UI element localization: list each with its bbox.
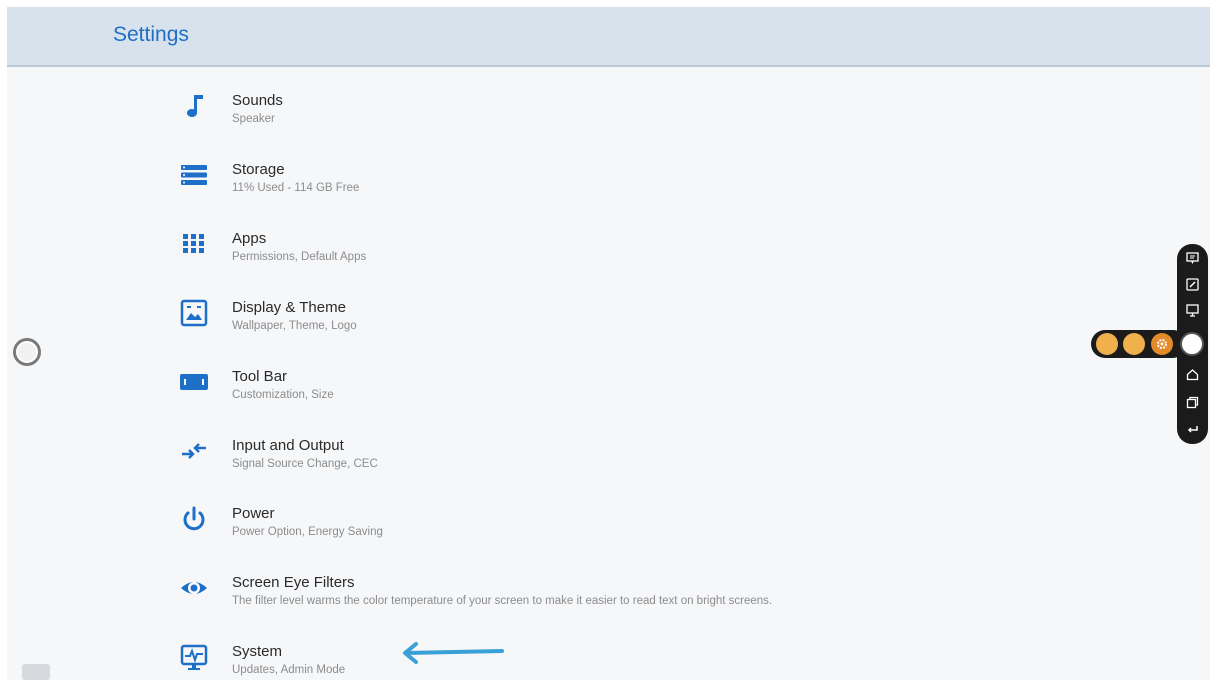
settings-item-input-output[interactable]: Input and Output Signal Source Change, C… — [167, 418, 927, 478]
settings-item-tool-bar[interactable]: Tool Bar Customization, Size — [167, 349, 927, 409]
settings-item-subtitle: Permissions, Default Apps — [232, 251, 367, 263]
settings-item-subtitle: Customization, Size — [232, 389, 334, 401]
settings-item-subtitle: Power Option, Energy Saving — [232, 526, 383, 538]
eye-icon — [179, 573, 209, 603]
settings-item-power[interactable]: Power Power Option, Energy Saving — [167, 486, 927, 546]
settings-item-display-theme[interactable]: Display & Theme Wallpaper, Theme, Logo — [167, 280, 927, 340]
header-bar: Settings — [7, 7, 1210, 67]
settings-item-label: Tool Bar — [232, 368, 288, 385]
settings-item-subtitle: Signal Source Change, CEC — [232, 458, 378, 470]
settings-item-label: Apps — [232, 230, 267, 247]
settings-item-label: Display & Theme — [232, 299, 346, 316]
toolbar-pen-button[interactable] — [1096, 333, 1118, 355]
settings-item-subtitle: 11% Used - 114 GB Free — [232, 182, 360, 194]
settings-item-label: Input and Output — [232, 437, 344, 454]
display-theme-icon — [179, 298, 209, 328]
toolbar-main-button[interactable] — [1180, 332, 1204, 356]
page-title: Settings — [113, 23, 189, 46]
toolbar-pen-button[interactable] — [1123, 333, 1145, 355]
recent-apps-icon[interactable] — [1184, 394, 1201, 411]
music-note-icon — [179, 91, 209, 121]
annotate-icon[interactable] — [1184, 250, 1201, 267]
settings-item-subtitle: Wallpaper, Theme, Logo — [232, 320, 357, 332]
power-icon — [179, 504, 209, 534]
apps-grid-icon — [179, 229, 209, 259]
settings-item-sounds[interactable]: Sounds Speaker — [167, 73, 927, 133]
settings-item-storage[interactable]: Storage 11% Used - 114 GB Free — [167, 142, 927, 202]
settings-item-label: Power — [232, 505, 275, 522]
annotation-arrow-icon — [403, 642, 504, 664]
whiteboard-icon[interactable] — [1184, 302, 1201, 319]
settings-item-label: Screen Eye Filters — [232, 574, 355, 591]
settings-item-label: Sounds — [232, 92, 283, 109]
system-monitor-icon — [179, 642, 209, 672]
settings-item-label: Storage — [232, 161, 285, 178]
settings-item-subtitle: Updates, Admin Mode — [232, 664, 346, 676]
settings-item-subtitle: Speaker — [232, 113, 275, 125]
corner-handle[interactable] — [22, 664, 50, 680]
settings-item-subtitle: The filter level warms the color tempera… — [232, 595, 773, 607]
settings-screen: Settings Sounds Speaker Storage 11% Used… — [7, 7, 1210, 680]
settings-item-system[interactable]: System Updates, Admin Mode — [167, 624, 927, 680]
toolbar-icon — [179, 367, 209, 397]
floating-menu-handle[interactable] — [13, 338, 41, 366]
storage-icon — [179, 160, 209, 190]
back-icon[interactable] — [1184, 421, 1201, 438]
settings-item-screen-eye-filters[interactable]: Screen Eye Filters The filter level warm… — [167, 555, 927, 615]
input-output-icon — [179, 436, 209, 466]
settings-item-apps[interactable]: Apps Permissions, Default Apps — [167, 211, 927, 271]
note-edit-icon[interactable] — [1184, 276, 1201, 293]
home-icon[interactable] — [1184, 366, 1201, 383]
settings-item-label: System — [232, 643, 283, 660]
gear-icon[interactable] — [1151, 333, 1173, 355]
